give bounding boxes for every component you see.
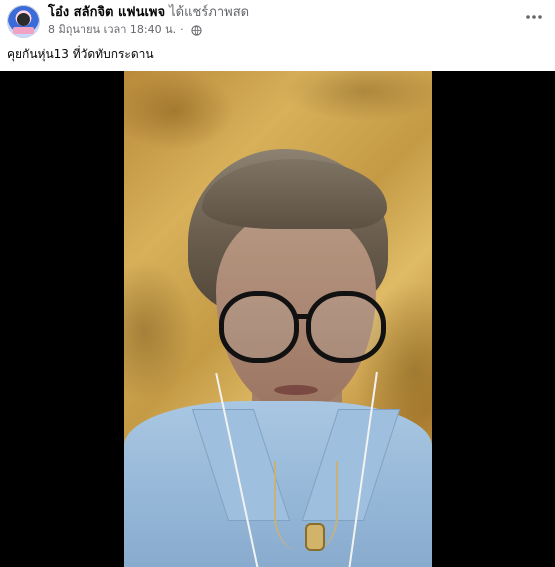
author-line: โอ๋ง สลักจิต แฟนเพจ ได้แชร์ภาพสด [48, 5, 249, 21]
more-options-icon[interactable] [525, 8, 543, 26]
author-avatar[interactable] [7, 5, 40, 38]
glasses-left-lens [219, 291, 299, 363]
avatar-badge [13, 27, 34, 34]
glasses-bridge [294, 314, 310, 319]
glasses-right-lens [306, 291, 386, 363]
post-timestamp[interactable]: 8 มิถุนายน เวลา 18:40 น. [48, 23, 176, 37]
meta-separator: · [180, 23, 184, 36]
facebook-post: โอ๋ง สลักจิต แฟนเพจ ได้แชร์ภาพสด 8 มิถุนา… [0, 0, 555, 567]
post-action-text: ได้แชร์ภาพสด [169, 5, 250, 20]
globe-icon[interactable] [191, 24, 202, 36]
necklace-pendant [305, 523, 325, 551]
post-header: โอ๋ง สลักจิต แฟนเพจ ได้แชร์ภาพสด 8 มิถุนา… [0, 0, 555, 42]
avatar-face [17, 13, 30, 26]
author-name[interactable]: โอ๋ง สลักจิต แฟนเพจ [48, 5, 165, 20]
person-mouth [274, 385, 318, 395]
video-frame [124, 71, 432, 567]
live-video[interactable] [0, 71, 555, 567]
post-caption: คุยกันหุ่น13 ที่วัดทับกระดาน [7, 47, 154, 61]
post-meta: 8 มิถุนายน เวลา 18:40 น. · [48, 23, 202, 37]
